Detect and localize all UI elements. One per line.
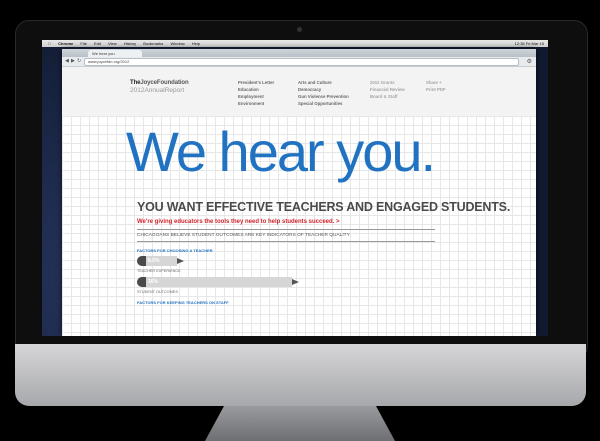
nav-column-3: 2012 Grants Financial Review Board & Sta… [370, 79, 405, 100]
nav-link-democracy[interactable]: Democracy [298, 86, 349, 93]
menubar-item-bookmarks[interactable]: Bookmarks [143, 41, 163, 46]
screen:  Chrome File Edit View History Bookmark… [42, 40, 548, 336]
divider [137, 229, 435, 230]
page-headline: We hear you. [126, 120, 436, 183]
progress-bar-student-outcomes: 36% [137, 277, 299, 287]
bar-label: STUDENT OUTCOMES [137, 290, 178, 294]
address-bar[interactable]: www.joycefdn.org/2012 [84, 58, 519, 66]
page-content: We hear you. YOU WANT EFFECTIVE TEACHERS… [62, 116, 536, 336]
bar-fill [137, 277, 146, 287]
browser-window: We hear you ◀ ▶ ↻ www.joycefdn.org/2012 … [62, 49, 536, 336]
site-logo[interactable]: TheJoyceFoundation [130, 80, 189, 86]
wrench-icon[interactable]: ⚙ [527, 58, 532, 65]
menubar-item-view[interactable]: View [108, 41, 117, 46]
menubar-item-edit[interactable]: Edit [94, 41, 101, 46]
menubar-item-history[interactable]: History [124, 41, 136, 46]
pencil-tip-icon [177, 258, 184, 264]
nav-link-presidents-letter[interactable]: President's Letter [238, 79, 274, 86]
menubar-clock[interactable]: 12:35 Fri Mar 15 [515, 40, 544, 47]
nav-link-special[interactable]: Special Opportunities [298, 100, 349, 107]
pencil-tip-icon [292, 279, 299, 285]
browser-tab[interactable]: We hear you [88, 50, 142, 57]
logo-prefix: The [130, 80, 141, 86]
print-pdf-link[interactable]: Print PDF [426, 86, 446, 93]
nav-link-financial[interactable]: Financial Review [370, 86, 405, 93]
tagline-link[interactable]: We're giving educators the tools they ne… [137, 219, 340, 225]
bar-value: 36% [148, 279, 159, 285]
tab-strip: We hear you [62, 49, 536, 57]
menubar-app[interactable]: Chrome [58, 41, 73, 46]
monitor-stand [205, 406, 395, 441]
bar-value: 8.5% [148, 258, 160, 264]
nav-link-employment[interactable]: Employment [238, 93, 274, 100]
apple-icon[interactable]:  [48, 41, 51, 46]
nav-link-arts[interactable]: Arts and Culture [298, 79, 349, 86]
nav-column-2: Arts and Culture Democracy Gun Violence … [298, 79, 349, 107]
menubar-item-help[interactable]: Help [192, 41, 200, 46]
back-icon[interactable]: ◀ [65, 59, 69, 64]
nav-link-board[interactable]: Board & Staff [370, 93, 405, 100]
forward-icon[interactable]: ▶ [71, 59, 75, 64]
page-subhead: YOU WANT EFFECTIVE TEACHERS AND ENGAGED … [137, 200, 511, 214]
site-header: TheJoyceFoundation 2012AnnualReport Pres… [62, 67, 536, 118]
logo-subtitle: 2012AnnualReport [130, 87, 185, 94]
factor-heading-choosing: FACTORS FOR CHOOSING A TEACHER [137, 248, 213, 253]
menubar-item-window[interactable]: Window [170, 41, 184, 46]
nav-link-education[interactable]: Education [238, 86, 274, 93]
bar-fill [137, 256, 146, 266]
share-link[interactable]: Share + [426, 79, 446, 86]
divider [137, 241, 435, 242]
reload-icon[interactable]: ↻ [77, 59, 81, 64]
logo-main: JoyceFoundation [140, 80, 189, 86]
nav-column-4: Share + Print PDF [426, 79, 446, 93]
browser-toolbar: ◀ ▶ ↻ www.joycefdn.org/2012 ⚙ [62, 57, 536, 67]
factor-heading-keeping: FACTORS FOR KEEPING TEACHERS ON STAFF [137, 300, 229, 305]
bar-label: TEACHER EXPERIENCE [137, 269, 181, 273]
nav-column-1: President's Letter Education Employment … [238, 79, 274, 107]
nav-link-gun-violence[interactable]: Gun Violence Prevention [298, 93, 349, 100]
nav-link-environment[interactable]: Environment [238, 100, 274, 107]
menubar-item-file[interactable]: File [80, 41, 86, 46]
nav-link-grants[interactable]: 2012 Grants [370, 79, 405, 86]
mac-menubar:  Chrome File Edit View History Bookmark… [42, 40, 548, 47]
monitor-chin [15, 344, 586, 406]
progress-bar-teacher-experience: 8.5% [137, 256, 184, 266]
section-title: CHICAGOANS BELIEVE STUDENT OUTCOMES ARE … [137, 233, 350, 238]
camera-icon [297, 27, 302, 32]
